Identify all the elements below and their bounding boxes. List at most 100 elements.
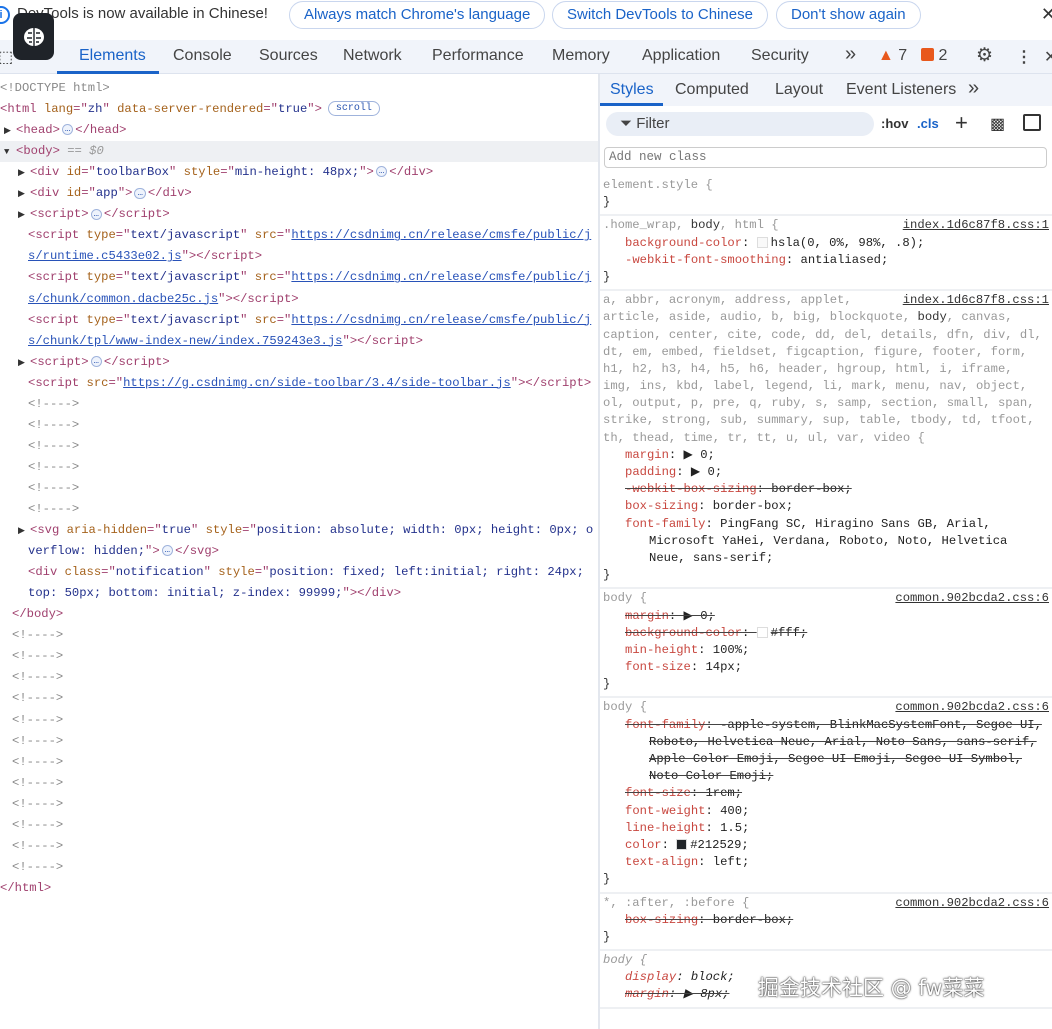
dom-node-line[interactable]: </html> bbox=[0, 878, 598, 899]
dom-node-line[interactable]: <!----> bbox=[0, 436, 598, 457]
dom-node-line[interactable]: <!----> bbox=[0, 794, 598, 815]
styles-filter-input[interactable]: ⏷ Filter bbox=[606, 112, 874, 136]
dom-node-line[interactable]: <!----> bbox=[0, 457, 598, 478]
expand-triangle-icon[interactable]: ▶ bbox=[18, 353, 30, 374]
hover-state-toggle[interactable]: :hov bbox=[881, 116, 908, 131]
style-declaration[interactable]: font-family: -apple-system, BlinkMacSyst… bbox=[600, 717, 1052, 734]
dom-node-line[interactable]: ▶ <head>… </head> bbox=[0, 120, 598, 141]
more-tabs-button[interactable]: » bbox=[845, 43, 856, 66]
more-sidebar-tabs-button[interactable]: » bbox=[968, 77, 979, 100]
style-declaration[interactable]: background-color: #fff; bbox=[600, 625, 1052, 642]
close-icon[interactable]: ✕ bbox=[1041, 4, 1052, 25]
style-declaration[interactable]: box-sizing: border-box; bbox=[600, 912, 1052, 929]
dom-node-line[interactable]: <!----> bbox=[0, 731, 598, 752]
expand-ellipsis-button[interactable]: … bbox=[134, 187, 146, 199]
dom-node-line[interactable]: <!----> bbox=[0, 415, 598, 436]
style-declaration[interactable]: margin: ▶ 0; bbox=[600, 447, 1052, 464]
style-declaration[interactable]: padding: ▶ 0; bbox=[600, 464, 1052, 481]
dont-show-again-button[interactable]: Don't show again bbox=[776, 1, 921, 29]
tab-sources[interactable]: Sources bbox=[259, 47, 318, 65]
dom-node-line[interactable]: <!----> bbox=[0, 710, 598, 731]
expand-ellipsis-button[interactable]: … bbox=[90, 355, 102, 367]
style-declaration[interactable]: font-weight: 400; bbox=[600, 803, 1052, 820]
settings-gear-icon[interactable]: ⚙ bbox=[976, 44, 993, 67]
dom-node-line[interactable]: verflow: hidden;">… </svg> bbox=[0, 541, 598, 562]
dom-node-line[interactable]: <!----> bbox=[0, 646, 598, 667]
tab-performance[interactable]: Performance bbox=[432, 47, 524, 65]
tab-layout[interactable]: Layout bbox=[775, 81, 823, 99]
dom-node-line[interactable]: <!----> bbox=[0, 773, 598, 794]
style-declaration[interactable]: font-size: 1rem; bbox=[600, 785, 1052, 802]
resource-link[interactable]: https://csdnimg.cn/release/cmsfe/public/… bbox=[291, 228, 591, 242]
resource-link[interactable]: s/chunk/common.dacbe25c.js bbox=[28, 292, 218, 306]
style-declaration[interactable]: font-size: 14px; bbox=[600, 659, 1052, 676]
paint-brush-icon[interactable]: ▩ bbox=[990, 114, 1005, 134]
dom-node-line[interactable]: <script src="https://g.csdnimg.cn/side-t… bbox=[0, 373, 598, 394]
tab-elements[interactable]: Elements bbox=[79, 47, 146, 65]
style-declaration[interactable]: Roboto, Helvetica Neue, Arial, Noto Sans… bbox=[600, 734, 1052, 751]
warnings-badge[interactable]: ▲ 7 bbox=[878, 47, 907, 65]
style-declaration[interactable]: Neue, sans-serif; bbox=[600, 550, 1052, 567]
color-swatch[interactable] bbox=[756, 626, 768, 638]
resource-link[interactable]: https://csdnimg.cn/release/cmsfe/public/… bbox=[291, 270, 591, 284]
dom-node-line[interactable]: <script type="text/javascript" src="http… bbox=[0, 310, 598, 331]
tab-network[interactable]: Network bbox=[343, 47, 402, 65]
dom-node-line[interactable]: <!----> bbox=[0, 625, 598, 646]
tab-security[interactable]: Security bbox=[751, 47, 809, 65]
dom-node-line[interactable]: ▼ <body> == $0 bbox=[0, 141, 598, 163]
elements-dom-tree[interactable]: <!DOCTYPE html> <html lang="zh" data-serv… bbox=[0, 75, 598, 1029]
style-declaration[interactable]: Microsoft YaHei, Verdana, Roboto, Noto, … bbox=[600, 533, 1052, 550]
expand-triangle-icon[interactable]: ▶ bbox=[18, 163, 30, 184]
stylesheet-source-link[interactable]: common.902bcda2.css:6 bbox=[895, 590, 1049, 607]
dom-node-line[interactable]: s/chunk/tpl/www-index-new/index.759243e3… bbox=[0, 331, 598, 352]
stylesheet-source-link[interactable]: index.1d6c87f8.css:1 bbox=[903, 292, 1049, 309]
tab-event-listeners[interactable]: Event Listeners bbox=[846, 81, 956, 99]
resource-link[interactable]: https://g.csdnimg.cn/side-toolbar/3.4/si… bbox=[123, 376, 511, 390]
dom-node-line[interactable]: </body> bbox=[0, 604, 598, 625]
dom-node-line[interactable]: <!DOCTYPE html> bbox=[0, 78, 598, 99]
close-devtools-icon[interactable]: ✕ bbox=[1044, 47, 1052, 67]
dom-node-line[interactable]: s/chunk/common.dacbe25c.js"></script> bbox=[0, 289, 598, 310]
dom-node-line[interactable]: <script type="text/javascript" src="http… bbox=[0, 225, 598, 246]
style-declaration[interactable]: min-height: 100%; bbox=[600, 642, 1052, 659]
color-swatch[interactable] bbox=[676, 839, 688, 851]
expand-ellipsis-button[interactable]: … bbox=[161, 545, 174, 557]
dom-node-line[interactable]: <!----> bbox=[0, 499, 598, 520]
stylesheet-source-link[interactable]: index.1d6c87f8.css:1 bbox=[903, 217, 1049, 234]
resource-link[interactable]: s/runtime.c5433e02.js bbox=[28, 249, 182, 263]
tab-styles[interactable]: Styles bbox=[610, 81, 654, 99]
dom-node-line[interactable]: ▶ <script>… </script> bbox=[0, 204, 598, 225]
dom-node-line[interactable]: ▶ <script>… </script> bbox=[0, 352, 598, 373]
resource-link[interactable]: s/chunk/tpl/www-index-new/index.759243e3… bbox=[28, 334, 343, 348]
expand-ellipsis-button[interactable]: … bbox=[61, 124, 74, 136]
expand-ellipsis-button[interactable]: … bbox=[90, 208, 102, 220]
dom-node-line[interactable]: <script type="text/javascript" src="http… bbox=[0, 267, 598, 288]
style-declaration[interactable]: font-family: PingFang SC, Hiragino Sans … bbox=[600, 516, 1052, 533]
style-declaration[interactable]: -webkit-font-smoothing: antialiased; bbox=[600, 252, 1052, 269]
dom-node-line[interactable]: <!----> bbox=[0, 394, 598, 415]
style-declaration[interactable]: line-height: 1.5; bbox=[600, 820, 1052, 837]
expand-triangle-icon[interactable]: ▶ bbox=[4, 121, 16, 142]
dom-node-line[interactable]: <html lang="zh" data-server-rendered="tr… bbox=[0, 99, 598, 120]
dom-node-line[interactable]: top: 50px; bottom: initial; z-index: 999… bbox=[0, 583, 598, 604]
style-declaration[interactable]: text-align: left; bbox=[600, 854, 1052, 871]
dom-node-line[interactable]: <!----> bbox=[0, 688, 598, 709]
dom-node-line[interactable]: <!----> bbox=[0, 815, 598, 836]
scroll-badge[interactable]: scroll bbox=[327, 101, 380, 117]
collapse-triangle-icon[interactable]: ▼ bbox=[4, 142, 16, 163]
class-toggle[interactable]: .cls bbox=[917, 116, 939, 131]
style-declaration[interactable]: margin: ▶ 0; bbox=[600, 608, 1052, 625]
dom-node-line[interactable]: <!----> bbox=[0, 478, 598, 499]
tab-memory[interactable]: Memory bbox=[552, 47, 610, 65]
expand-triangle-icon[interactable]: ▶ bbox=[18, 184, 30, 205]
dom-node-line[interactable]: <!----> bbox=[0, 752, 598, 773]
stylesheet-source-link[interactable]: common.902bcda2.css:6 bbox=[895, 895, 1049, 912]
style-declaration[interactable]: -webkit-box-sizing: border-box; bbox=[600, 481, 1052, 498]
style-declaration[interactable]: Apple Color Emoji, Segoe UI Emoji, Segoe… bbox=[600, 751, 1052, 768]
more-options-icon[interactable]: ⋮ bbox=[1016, 47, 1032, 67]
switch-to-chinese-button[interactable]: Switch DevTools to Chinese bbox=[552, 1, 768, 29]
new-style-rule-plus-icon[interactable]: + bbox=[955, 110, 968, 136]
tab-computed[interactable]: Computed bbox=[675, 81, 749, 99]
tab-console[interactable]: Console bbox=[173, 47, 232, 65]
add-class-input[interactable]: Add new class bbox=[604, 147, 1047, 168]
